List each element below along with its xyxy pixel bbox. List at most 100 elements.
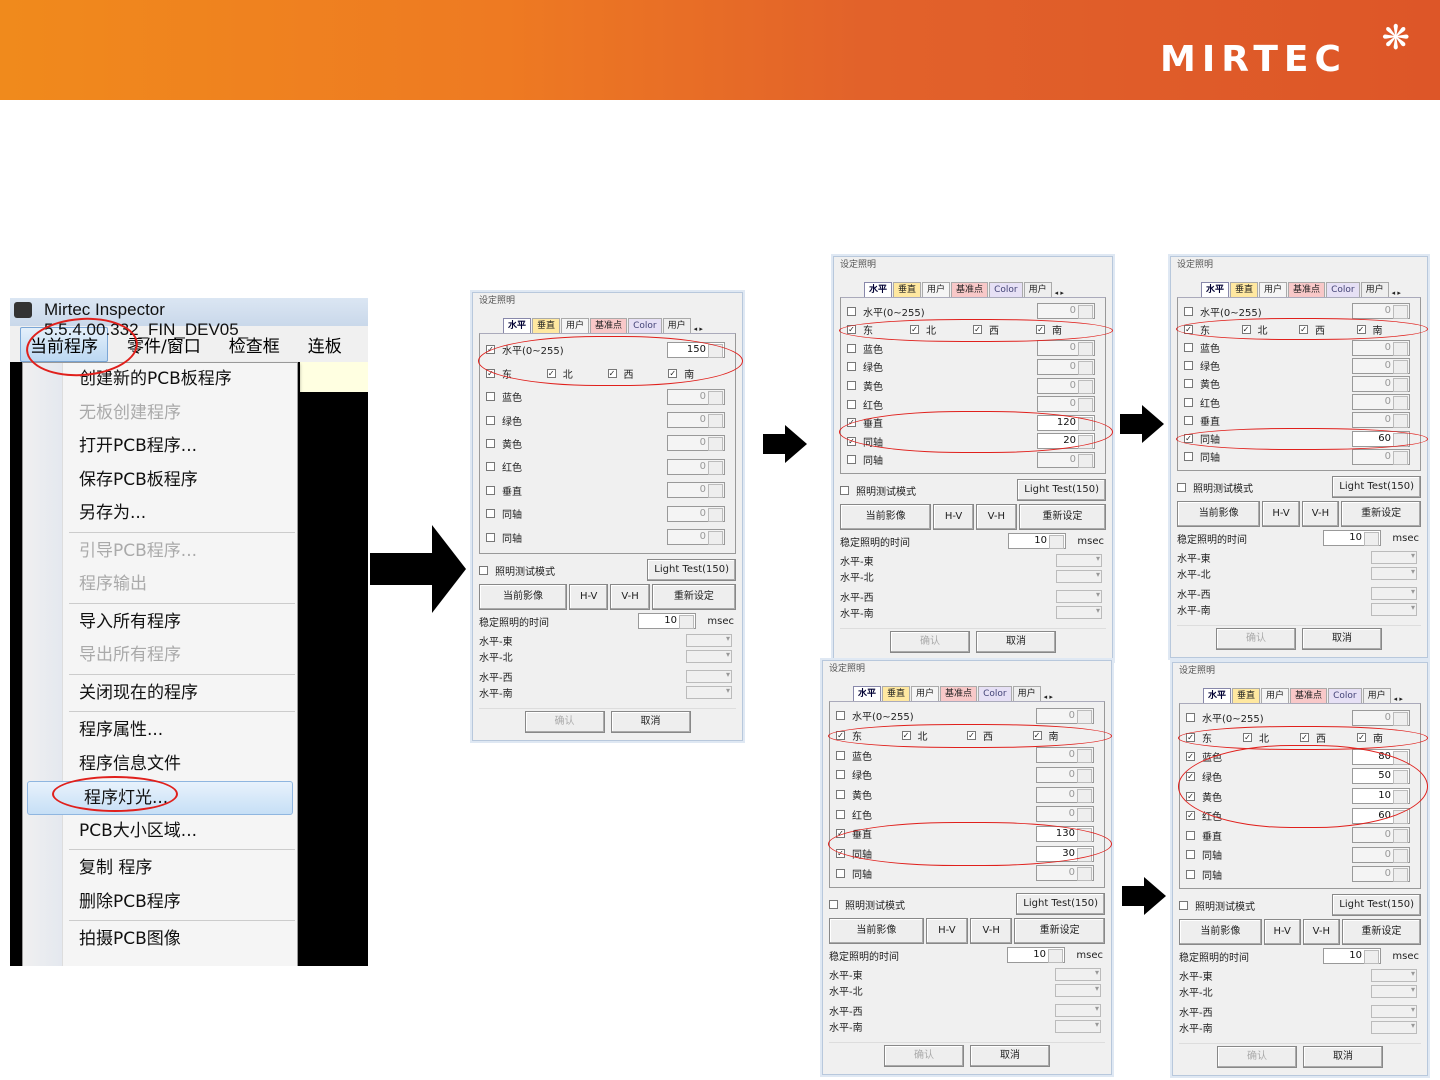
checkbox[interactable]: ✓ <box>1356 324 1366 334</box>
tab-scroll-arrows-icon[interactable]: ◂ ▸ <box>1394 695 1403 703</box>
value-spinner[interactable]: 0 <box>1037 451 1095 468</box>
direction-option[interactable]: ✓ 西 <box>1299 322 1357 337</box>
checkbox[interactable]: ✓ <box>1241 324 1251 334</box>
checkbox[interactable]: ✓ <box>607 368 617 378</box>
direction-option[interactable]: ✓ 南 <box>1356 322 1415 337</box>
light-test-button[interactable]: Light Test(150) <box>1016 893 1105 915</box>
tab[interactable]: 用户 <box>1012 686 1041 701</box>
direction-option[interactable]: ✓ 东 <box>1186 730 1243 745</box>
checkbox[interactable] <box>1184 415 1193 425</box>
value-spinner[interactable]: 0 <box>667 529 725 546</box>
checkbox[interactable] <box>1177 482 1186 492</box>
checkbox[interactable]: ✓ <box>546 368 556 378</box>
checkbox[interactable] <box>1184 452 1193 462</box>
tab[interactable]: Color <box>1326 282 1360 297</box>
direction-option[interactable]: ✓ 北 <box>1241 322 1300 337</box>
action-button[interactable]: H-V <box>933 504 974 530</box>
value-spinner[interactable]: 130 <box>1036 825 1094 842</box>
checkbox[interactable]: ✓ <box>967 731 976 740</box>
cancel-button[interactable]: 取消 <box>970 1045 1050 1067</box>
direction-option[interactable]: ✓ 南 <box>1036 322 1099 337</box>
value-spinner[interactable]: 50 <box>1352 768 1410 785</box>
checkbox[interactable] <box>1186 713 1195 723</box>
checkbox[interactable] <box>1186 850 1195 860</box>
checkbox[interactable]: ✓ <box>836 829 845 839</box>
stable-time-spinner[interactable]: 10 <box>1323 530 1381 546</box>
value-spinner[interactable]: 60 <box>1352 807 1410 824</box>
checkbox[interactable] <box>1186 869 1195 879</box>
checkbox[interactable]: ✓ <box>1243 732 1252 742</box>
action-button[interactable]: V-H <box>970 918 1013 944</box>
action-button[interactable]: 当前影像 <box>1177 501 1261 527</box>
action-button[interactable]: 当前影像 <box>840 504 932 530</box>
checkbox[interactable] <box>847 362 856 372</box>
checkbox[interactable]: ✓ <box>1184 324 1193 334</box>
tab-scroll-arrows-icon[interactable]: ◂ ▸ <box>1392 289 1401 297</box>
value-spinner[interactable]: 0 <box>1037 377 1095 394</box>
checkbox[interactable] <box>486 415 495 425</box>
combo-select[interactable] <box>1056 605 1102 619</box>
combo-select[interactable] <box>1371 602 1417 616</box>
menu-item[interactable]: 程序信息文件 <box>23 748 297 782</box>
checkbox[interactable] <box>847 306 856 316</box>
value-spinner[interactable]: 120 <box>1037 414 1095 431</box>
checkbox[interactable] <box>486 438 495 448</box>
action-button[interactable]: 当前影像 <box>829 918 924 944</box>
action-button[interactable]: 重新设定 <box>1341 501 1422 527</box>
direction-option[interactable]: ✓ 东 <box>847 322 910 337</box>
checkbox[interactable] <box>836 809 845 819</box>
direction-option[interactable]: ✓ 东 <box>1184 322 1242 337</box>
checkbox[interactable]: ✓ <box>847 436 856 446</box>
action-button[interactable]: H-V <box>1262 501 1300 527</box>
checkbox[interactable] <box>836 770 845 780</box>
direction-option[interactable]: ✓ 北 <box>1243 730 1300 745</box>
value-spinner[interactable]: 0 <box>1352 412 1410 429</box>
checkbox[interactable] <box>836 750 845 760</box>
light-test-button[interactable]: Light Test(150) <box>1332 894 1421 916</box>
tab[interactable]: 用户 <box>1360 282 1389 297</box>
checkbox[interactable]: ✓ <box>901 731 911 740</box>
tab-scroll-arrows-icon[interactable]: ◂ ▸ <box>1055 289 1064 297</box>
value-spinner[interactable]: 60 <box>1352 430 1410 447</box>
tab[interactable]: 基准点 <box>940 686 978 701</box>
checkbox[interactable] <box>1186 830 1195 840</box>
checkbox[interactable]: ✓ <box>1186 791 1195 801</box>
action-button[interactable]: H-V <box>568 584 609 610</box>
checkbox[interactable]: ✓ <box>1357 732 1366 742</box>
tab[interactable]: 垂直 <box>882 686 911 701</box>
checkbox[interactable]: ✓ <box>668 368 678 378</box>
checkbox[interactable]: ✓ <box>1300 732 1309 742</box>
direction-option[interactable]: ✓ 西 <box>1300 730 1357 745</box>
tab-scroll-arrows-icon[interactable]: ◂ ▸ <box>1044 693 1053 701</box>
checkbox[interactable]: ✓ <box>847 325 856 335</box>
menu-item[interactable]: … <box>23 957 297 967</box>
checkbox[interactable] <box>1184 379 1193 389</box>
value-spinner[interactable]: 0 <box>667 458 725 475</box>
value-spinner[interactable]: 0 <box>1352 846 1410 863</box>
value-spinner[interactable]: 0 <box>1352 709 1410 726</box>
checkbox[interactable] <box>486 485 495 495</box>
checkbox[interactable]: ✓ <box>1032 731 1042 740</box>
checkbox[interactable] <box>829 899 838 909</box>
tab[interactable]: Color <box>978 686 1012 701</box>
checkbox[interactable]: ✓ <box>847 418 856 428</box>
tab[interactable]: 基准点 <box>1290 688 1328 703</box>
value-spinner[interactable]: 10 <box>1352 788 1410 805</box>
checkbox[interactable] <box>479 565 488 575</box>
menu-item[interactable]: PCB大小区域... <box>23 815 297 849</box>
menu-item[interactable]: 删除PCB程序 <box>23 886 297 920</box>
direction-option[interactable]: ✓ 北 <box>546 366 608 381</box>
tab[interactable]: 用户 <box>561 318 590 333</box>
value-spinner[interactable]: 0 <box>1352 375 1410 392</box>
action-button[interactable]: H-V <box>925 918 969 944</box>
checkbox[interactable] <box>1184 343 1193 353</box>
checkbox[interactable] <box>486 532 495 542</box>
test-mode-option[interactable]: 照明测试模式 <box>1179 898 1255 913</box>
combo-select[interactable] <box>686 685 732 699</box>
combo-select[interactable] <box>1056 589 1102 603</box>
cancel-button[interactable]: 取消 <box>976 631 1056 653</box>
cancel-button[interactable]: 取消 <box>1303 1046 1383 1068</box>
tab[interactable]: Color <box>628 318 662 333</box>
test-mode-option[interactable]: 照明测试模式 <box>829 897 905 912</box>
menubar-item[interactable]: 连板 <box>299 328 351 361</box>
